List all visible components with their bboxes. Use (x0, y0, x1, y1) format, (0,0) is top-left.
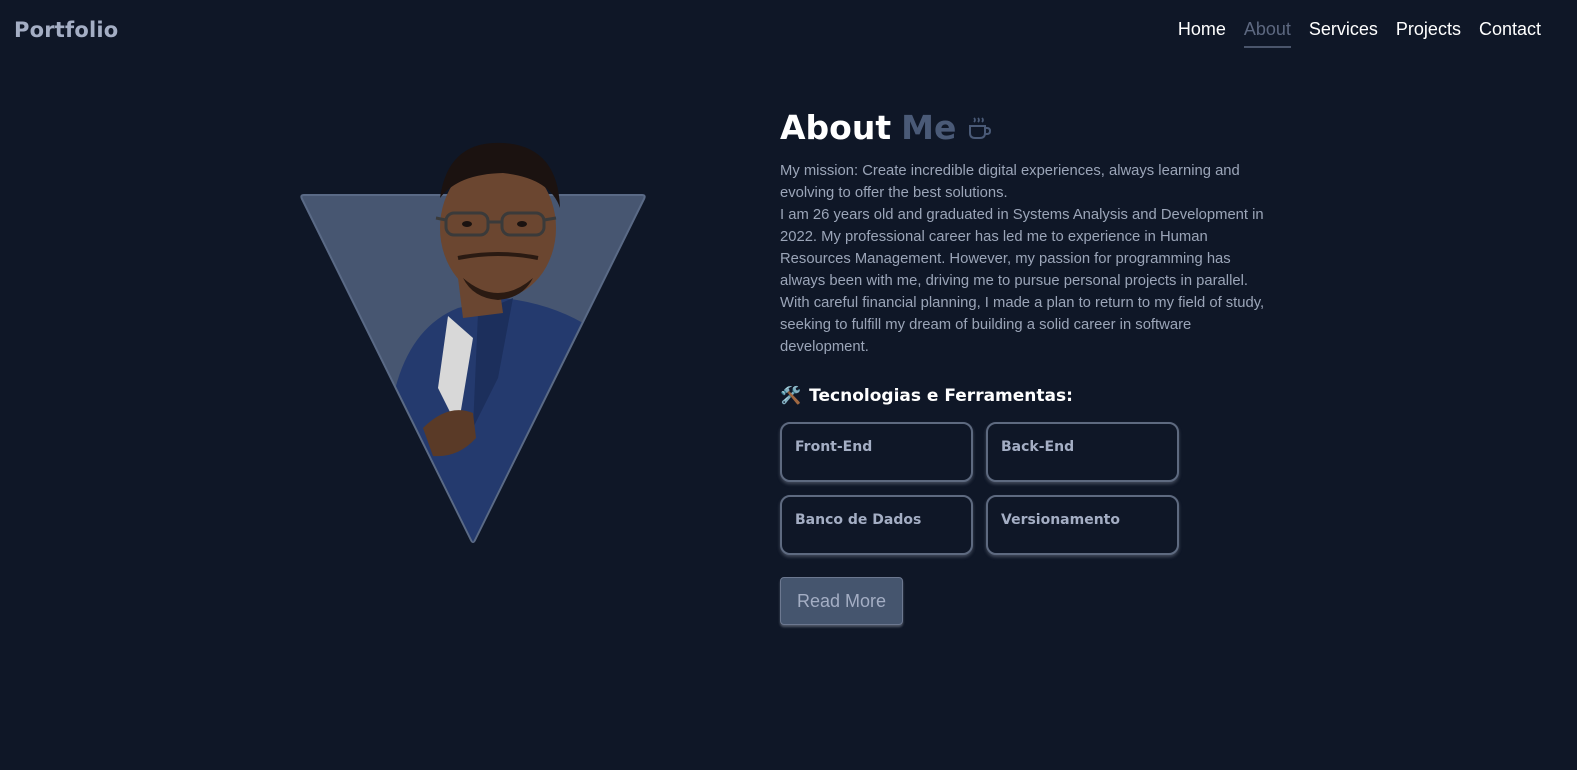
tool-card-versioning[interactable]: Versionamento (986, 495, 1179, 555)
nav-about[interactable]: About (1243, 19, 1291, 48)
profile-photo (298, 138, 650, 548)
tools-grid: Front-End Back-End Banco de Dados Versio… (780, 422, 1280, 555)
nav-projects[interactable]: Projects (1396, 19, 1461, 48)
page: Portfolio Home About Services Projects C… (0, 0, 1577, 770)
bio-text: My mission: Create incredible digital ex… (780, 160, 1280, 358)
tools-heading: 🛠️ Tecnologias e Ferramentas: (780, 386, 1280, 406)
about-title-main: About (780, 108, 892, 147)
tools-icon: 🛠️ (780, 386, 802, 406)
brand-logo[interactable]: Portfolio (14, 18, 118, 42)
nav-home[interactable]: Home (1178, 19, 1226, 48)
nav-services[interactable]: Services (1309, 19, 1378, 48)
tool-card-database[interactable]: Banco de Dados (780, 495, 973, 555)
tool-card-back-end[interactable]: Back-End (986, 422, 1179, 482)
about-section: About Me My mission: Create incredible d… (780, 108, 1280, 625)
bio-mission: My mission: Create incredible digital ex… (780, 163, 1240, 201)
tool-card-front-end[interactable]: Front-End (780, 422, 973, 482)
about-title-accent: Me (901, 108, 957, 147)
coffee-cup-icon (966, 115, 992, 141)
read-more-button[interactable]: Read More (780, 577, 903, 625)
main-nav: Home About Services Projects Contact (1178, 19, 1541, 48)
about-title: About Me (780, 108, 1280, 148)
tools-title: Tecnologias e Ferramentas: (809, 386, 1073, 406)
bio-career: I am 26 years old and graduated in Syste… (780, 207, 1265, 355)
nav-contact[interactable]: Contact (1479, 19, 1541, 48)
